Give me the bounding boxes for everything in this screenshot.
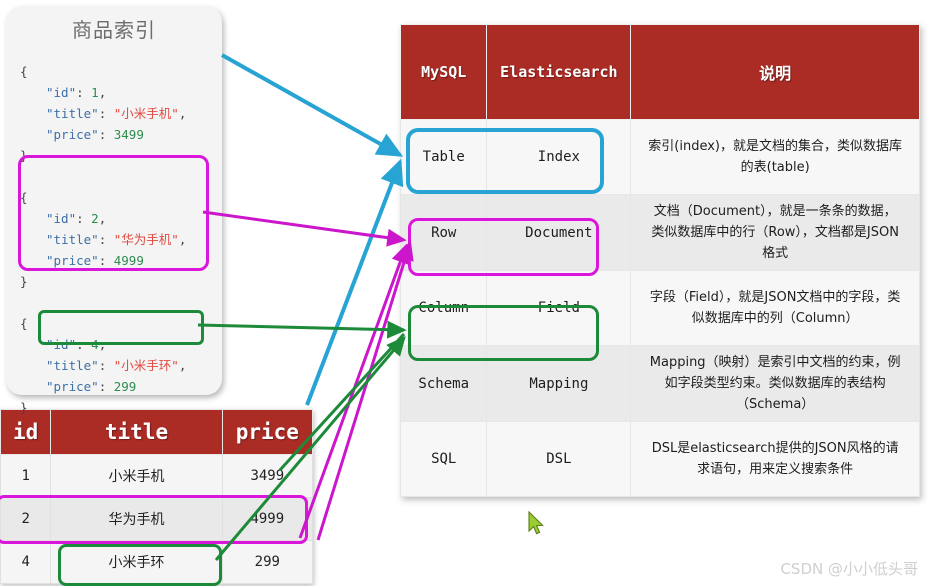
table-header-row: MySQL Elasticsearch 说明 [401,25,920,120]
brace-open-3: { [20,316,28,331]
comma: , [179,358,187,373]
json-key-id-2: "id" [46,211,76,226]
table-row: 4 小米手环 299 [1,541,313,584]
colon: : [99,253,114,268]
brace-open-1: { [20,64,28,79]
table-row: 1 小米手机 3499 [1,455,313,498]
column-header-description: 说明 [631,25,920,120]
cell-description: 文档（Document），就是一条条的数据，类似数据库中的行（Row），文档都是… [631,195,920,271]
json-doc-3: { "id": 4, "title": "小米手环", "price": 299… [20,316,186,415]
json-value-id-1: 1 [91,85,99,100]
json-key-price-2: "price" [46,253,99,268]
json-key-title-2: "title" [46,232,99,247]
comma: , [179,232,187,247]
cell-id: 1 [1,455,51,498]
table-row: Column Field 字段（Field），就是JSON文档中的字段，类似数据… [401,271,920,346]
diagram-canvas: 商品索引 { "id": 1, "title": "小米手机", "price"… [0,0,928,583]
mouse-cursor-icon [527,511,547,537]
colon: : [99,232,114,247]
connector-json-to-index [222,55,400,155]
colon: : [76,211,91,226]
json-doc-2: { "id": 2, "title": "华为手机", "price": 499… [20,190,186,289]
json-value-id-3: 4 [91,337,99,352]
cell-description: DSL是elasticsearch提供的JSON风格的请求语句，用来定义搜索条件 [631,422,920,497]
brace-open-2: { [20,190,28,205]
comma: , [99,85,107,100]
mysql-elasticsearch-compare-table: MySQL Elasticsearch 说明 Table Index 索引(in… [400,24,920,497]
connector-mysql-row2-to-document-a [300,246,406,538]
colon: : [99,127,114,142]
comma: , [99,211,107,226]
cell-es-term: Document [487,195,631,271]
cell-price: 299 [222,541,312,584]
table-row: SQL DSL DSL是elasticsearch提供的JSON风格的请求语句，… [401,422,920,497]
colon: : [99,379,114,394]
json-document-list: { "id": 1, "title": "小米手机", "price": 349… [20,40,220,439]
column-header-elasticsearch: Elasticsearch [487,25,631,120]
json-value-title-2: "华为手机" [114,232,179,247]
json-value-id-2: 2 [91,211,99,226]
json-key-title-3: "title" [46,358,99,373]
cell-es-term: Field [487,271,631,346]
colon: : [99,106,114,121]
column-header-price: price [222,410,312,455]
connector-json-title-to-field [198,325,404,330]
comma: , [179,106,187,121]
table-row: Schema Mapping Mapping（映射）是索引中文档的约束，例如字段… [401,346,920,422]
cell-mysql-term: Column [401,271,487,346]
json-value-price-1: 3499 [114,127,144,142]
cell-es-term: DSL [487,422,631,497]
brace-close-1: } [20,148,28,163]
cell-mysql-term: Row [401,195,487,271]
colon: : [76,85,91,100]
brace-close-2: } [20,274,28,289]
cell-price: 4999 [222,498,312,541]
cell-mysql-term: Schema [401,346,487,422]
json-value-title-3: "小米手环" [114,358,179,373]
comma: , [99,337,107,352]
connector-json-doc2-to-document [203,212,404,240]
json-doc-1: { "id": 1, "title": "小米手机", "price": 349… [20,64,186,163]
colon: : [99,358,114,373]
json-value-price-2: 4999 [114,253,144,268]
json-key-price-1: "price" [46,127,99,142]
cell-es-term: Index [487,120,631,195]
table-row: Row Document 文档（Document），就是一条条的数据，类似数据库… [401,195,920,271]
brace-close-3: } [20,400,28,415]
json-value-title-1: "小米手机" [114,106,179,121]
table-row: Table Index 索引(index)，就是文档的集合，类似数据库的表(ta… [401,120,920,195]
json-key-id-1: "id" [46,85,76,100]
cell-id: 4 [1,541,51,584]
csdn-watermark: CSDN @小小低头哥 [780,558,918,579]
cell-description: Mapping（映射）是索引中文档的约束，例如字段类型约束。类似数据库的表结构（… [631,346,920,422]
column-header-mysql: MySQL [401,25,487,120]
connector-mysql-to-index [307,162,400,405]
cell-title: 小米手环 [51,541,222,584]
json-key-id-3: "id" [46,337,76,352]
cell-mysql-term: SQL [401,422,487,497]
cell-description: 索引(index)，就是文档的集合，类似数据库的表(table) [631,120,920,195]
cell-title: 小米手机 [51,455,222,498]
colon: : [76,337,91,352]
cell-es-term: Mapping [487,346,631,422]
cell-description: 字段（Field），就是JSON文档中的字段，类似数据库中的列（Column） [631,271,920,346]
cell-price: 3499 [222,455,312,498]
cell-id: 2 [1,498,51,541]
json-key-price-3: "price" [46,379,99,394]
connector-mysql-row2-to-document-b [318,243,410,540]
cell-title: 华为手机 [51,498,222,541]
json-key-title-1: "title" [46,106,99,121]
cell-mysql-term: Table [401,120,487,195]
json-value-price-3: 299 [114,379,137,394]
product-index-card: 商品索引 { "id": 1, "title": "小米手机", "price"… [6,6,222,395]
card-title: 商品索引 [6,14,222,43]
table-row: 2 华为手机 4999 [1,498,313,541]
